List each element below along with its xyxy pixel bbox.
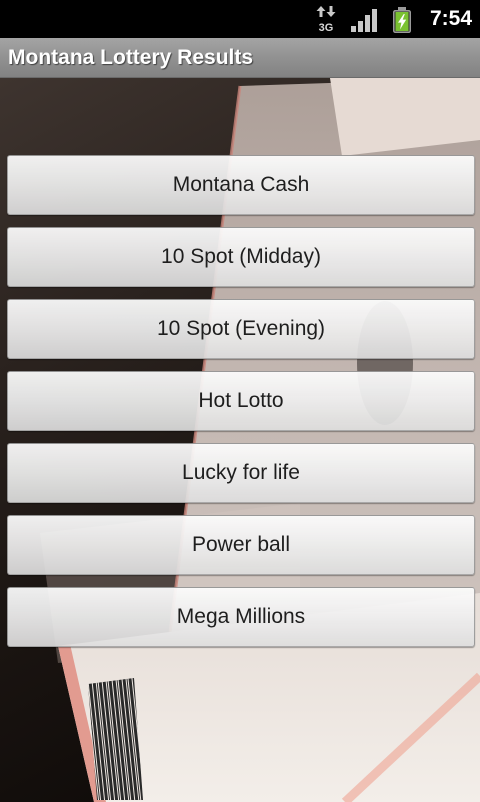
- montana-cash-button[interactable]: Montana Cash: [7, 155, 475, 215]
- mega-millions-button[interactable]: Mega Millions: [7, 587, 475, 647]
- barcode: [88, 678, 143, 800]
- signal-bar: [365, 15, 370, 32]
- signal-bar: [351, 26, 356, 32]
- 10-spot-evening-button[interactable]: 10 Spot (Evening): [7, 299, 475, 359]
- 10-spot-midday-button[interactable]: 10 Spot (Midday): [7, 227, 475, 287]
- game-button-list: Montana Cash 10 Spot (Midday) 10 Spot (E…: [7, 155, 475, 647]
- network-type-label: 3G: [319, 22, 334, 33]
- hot-lotto-button[interactable]: Hot Lotto: [7, 371, 475, 431]
- title-bar: Montana Lottery Results: [0, 38, 480, 78]
- download-arrow-icon: [326, 6, 336, 17]
- status-bar: 3G 7:54: [0, 0, 480, 38]
- signal-bar: [372, 9, 377, 32]
- lucky-for-life-button[interactable]: Lucky for life: [7, 443, 475, 503]
- main-content: Montana Cash 10 Spot (Midday) 10 Spot (E…: [0, 78, 480, 802]
- upload-arrow-icon: [316, 6, 326, 17]
- app-screen: 3G 7:54 Montana Lottery Results Montana …: [0, 0, 480, 802]
- app-title: Montana Lottery Results: [8, 46, 254, 69]
- battery-terminal: [398, 7, 406, 10]
- 3g-data-icon: 3G: [316, 6, 336, 33]
- signal-bars-icon: [351, 9, 377, 32]
- power-ball-button[interactable]: Power ball: [7, 515, 475, 575]
- battery-charging-icon: [393, 7, 411, 33]
- status-clock: 7:54: [429, 7, 472, 30]
- signal-bar: [358, 21, 363, 32]
